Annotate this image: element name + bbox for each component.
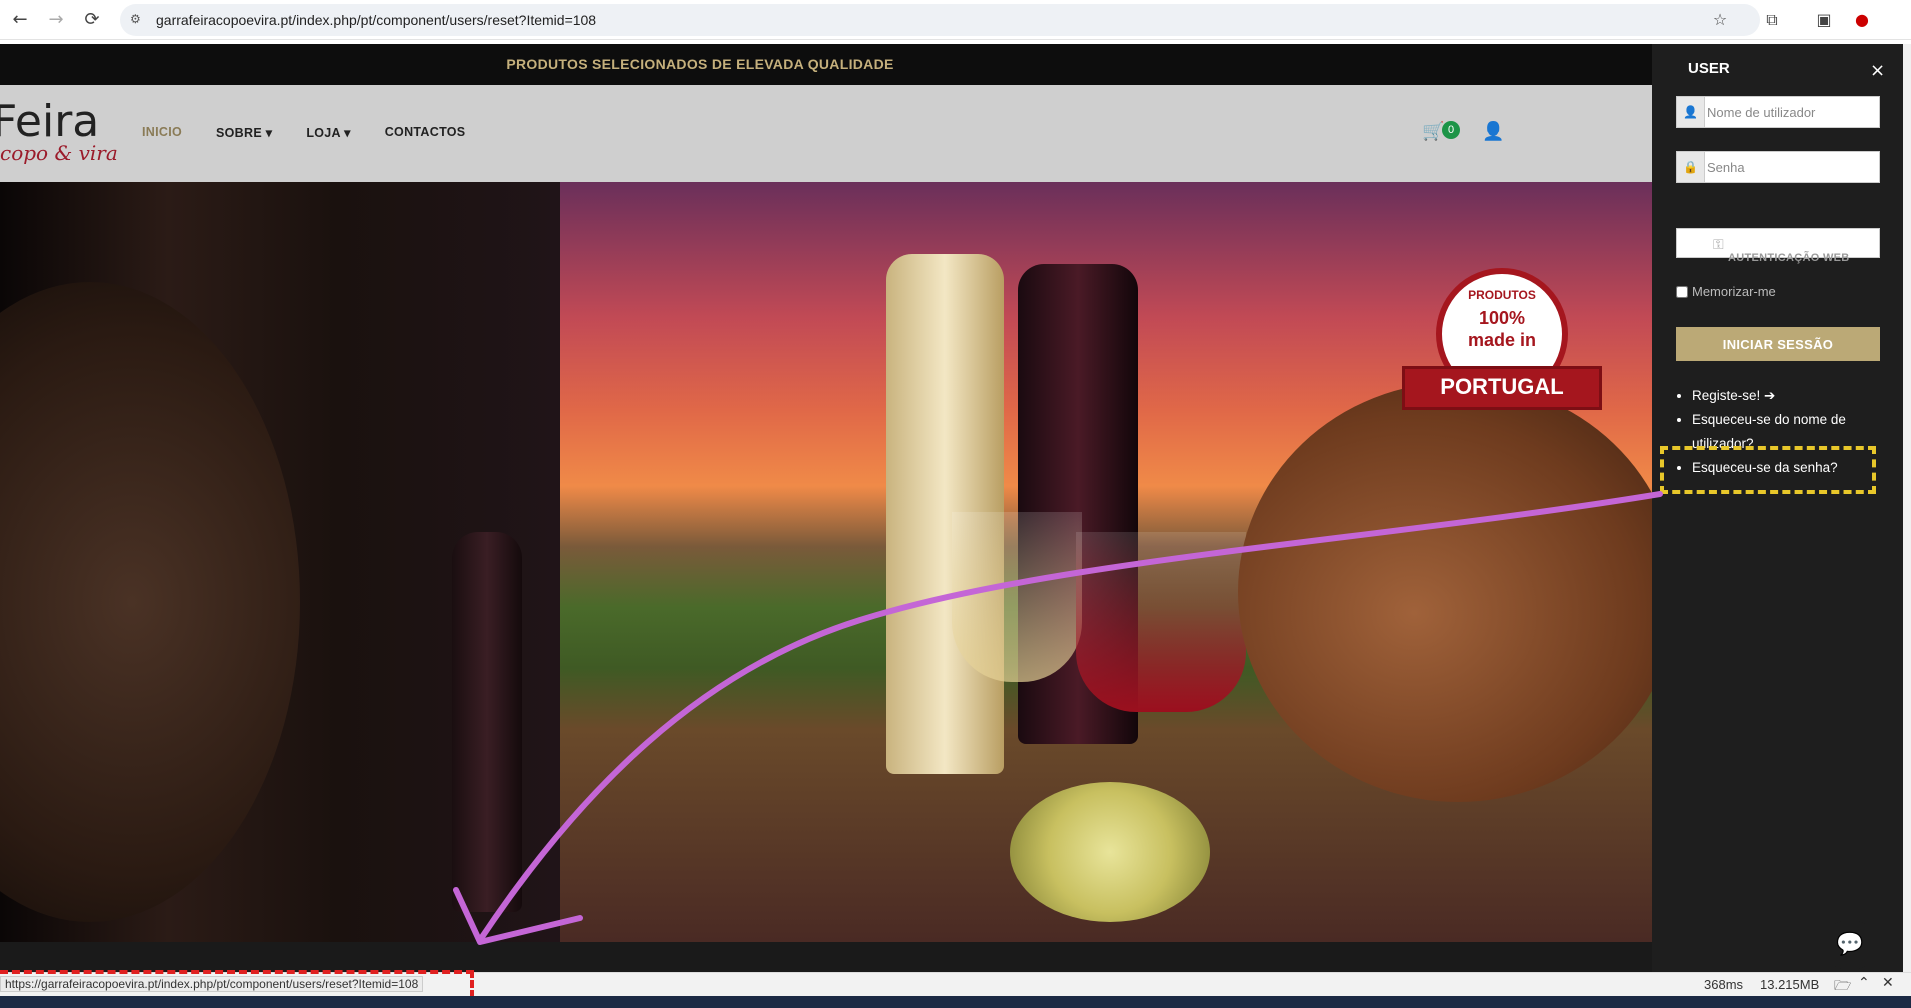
chat-icon[interactable]: 💬 xyxy=(1822,920,1878,970)
remember-checkbox[interactable] xyxy=(1676,285,1688,298)
extensions-icon[interactable]: ⧉ xyxy=(1760,8,1784,32)
chevron-up-icon[interactable]: ⌃ xyxy=(1858,975,1870,991)
hero-banner: PRODUTOS 100% made in PORTUGAL xyxy=(0,182,1652,942)
menu-item-sobre[interactable]: SOBRE ▾ xyxy=(216,125,272,140)
url-text[interactable]: garrafeiracopoevira.pt/index.php/pt/comp… xyxy=(156,12,596,28)
login-button[interactable]: INICIAR SESSÃO xyxy=(1676,327,1880,361)
password-input[interactable] xyxy=(1707,152,1877,182)
menu-item-inicio[interactable]: INICIO xyxy=(142,125,182,140)
bookmark-star-icon[interactable]: ☆ xyxy=(1708,8,1732,32)
panel-scrollbar[interactable] xyxy=(1903,44,1911,972)
back-icon[interactable]: ← xyxy=(8,8,32,32)
website: PRODUTOS SELECIONADOS DE ELEVADA QUALIDA… xyxy=(0,44,1652,972)
username-field[interactable]: 👤 xyxy=(1676,96,1880,128)
user-login-panel: USER × 👤 🔒 ⚿ AUTENTICAÇÃO WEB Memorizar-… xyxy=(1652,44,1903,972)
menu-item-loja[interactable]: LOJA ▾ xyxy=(306,125,350,140)
badge-ribbon: PORTUGAL xyxy=(1402,366,1602,410)
webauthn-label: AUTENTICAÇÃO WEB xyxy=(1728,252,1850,264)
reload-icon[interactable]: ⟳ xyxy=(80,8,104,32)
hero-bottom-strip xyxy=(0,942,1652,972)
timing-readout: 368ms xyxy=(1704,977,1744,992)
logo-sub-text: copo & vira xyxy=(0,141,118,165)
site-info-icon[interactable]: ⚙ xyxy=(130,12,146,28)
cart-count-badge: 0 xyxy=(1442,121,1460,139)
menu-item-contactos[interactable]: CONTACTOS xyxy=(385,125,466,140)
grapes-image xyxy=(1010,782,1210,922)
panel-title: USER xyxy=(1688,60,1730,77)
promo-text: PRODUTOS SELECIONADOS DE ELEVADA QUALIDA… xyxy=(506,56,894,72)
site-logo[interactable]: Feira copo & vira xyxy=(0,96,118,166)
address-bar[interactable]: ⚙ garrafeiracopoevira.pt/index.php/pt/co… xyxy=(120,4,1760,36)
cart-button[interactable]: 🛒 0 xyxy=(1422,121,1460,142)
white-wine-glass-image xyxy=(952,512,1082,682)
user-icon[interactable]: 👤 xyxy=(1482,121,1504,142)
profile-icon[interactable]: ● xyxy=(1850,8,1874,32)
site-navbar: Feira copo & vira INICIO SOBRE ▾ LOJA ▾ … xyxy=(0,85,1652,182)
memory-readout: 13.215MB xyxy=(1760,977,1820,992)
close-debug-icon[interactable]: ✕ xyxy=(1882,975,1894,991)
forward-icon[interactable]: → xyxy=(44,8,68,32)
close-icon[interactable]: × xyxy=(1870,60,1885,81)
main-menu: INICIO SOBRE ▾ LOJA ▾ CONTACTOS xyxy=(142,125,465,140)
browser-toolbar: ← → ⟳ ⚙ garrafeiracopoevira.pt/index.php… xyxy=(0,0,1911,40)
password-field[interactable]: 🔒 xyxy=(1676,151,1880,183)
username-input[interactable] xyxy=(1707,97,1877,127)
red-wine-glass-image xyxy=(1076,532,1246,712)
dark-bottle-image xyxy=(452,532,522,912)
remember-label: Memorizar-me xyxy=(1692,284,1776,299)
register-link[interactable]: Registe-se! ➔ xyxy=(1692,384,1892,408)
side-panel-icon[interactable]: ▣ xyxy=(1812,8,1836,32)
badge-line3: made in xyxy=(1467,330,1537,350)
lock-icon: 🔒 xyxy=(1677,152,1705,182)
badge-line1: PRODUTOS xyxy=(1468,288,1536,302)
logo-main-text: Feira xyxy=(0,96,100,147)
remember-me[interactable]: Memorizar-me xyxy=(1676,284,1776,299)
user-field-icon: 👤 xyxy=(1677,97,1705,127)
cart-icon: 🛒 xyxy=(1422,121,1445,142)
key-icon: ⚿ xyxy=(1713,237,1724,253)
promo-bar: PRODUTOS SELECIONADOS DE ELEVADA QUALIDA… xyxy=(0,44,1652,85)
os-taskbar xyxy=(0,996,1911,1008)
badge-line2: 100% xyxy=(1478,308,1526,328)
barrel-right-image xyxy=(1238,382,1652,802)
annotation-highlight-box xyxy=(1660,446,1876,494)
